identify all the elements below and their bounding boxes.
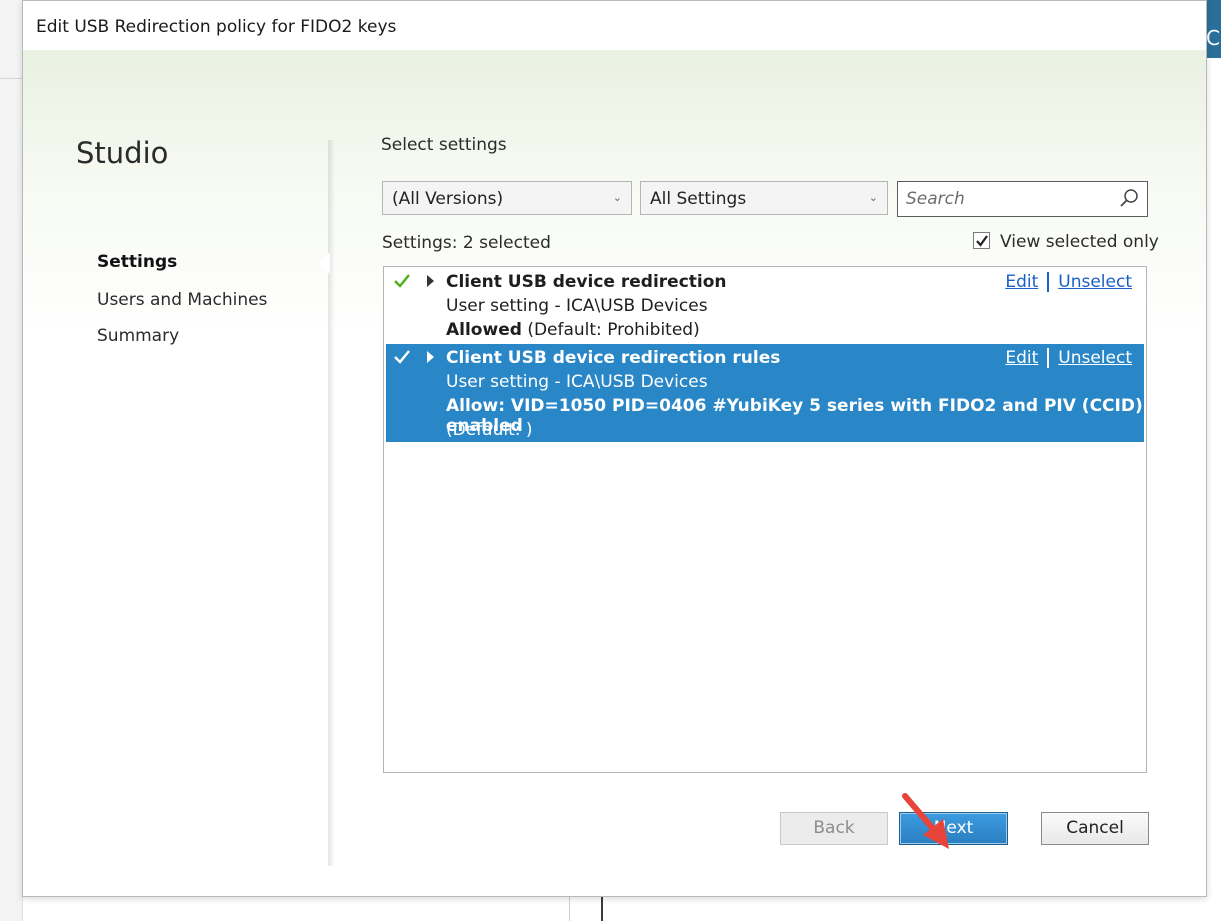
section-label: Select settings bbox=[381, 135, 507, 155]
setting-name: Client USB device redirection bbox=[446, 272, 727, 292]
background-divider bbox=[601, 897, 603, 921]
settings-count-label: Settings: bbox=[382, 233, 458, 253]
edit-link[interactable]: Edit bbox=[1005, 272, 1038, 292]
setting-value-text: Allowed bbox=[446, 320, 522, 340]
settings-count-value: 2 selected bbox=[462, 233, 551, 253]
settings-count: Settings: 2 selected bbox=[382, 233, 551, 253]
category-filter-value: All Settings bbox=[650, 189, 747, 209]
sidebar-item-settings[interactable]: Settings bbox=[97, 252, 177, 272]
expand-arrow-icon[interactable] bbox=[427, 275, 434, 287]
back-button[interactable]: Back bbox=[780, 812, 888, 845]
wizard-sidebar: Studio Settings Users and Machines Summa… bbox=[23, 50, 328, 896]
cancel-button[interactable]: Cancel bbox=[1041, 812, 1149, 845]
background-partial-text: C bbox=[1206, 26, 1220, 50]
view-selected-label: View selected only bbox=[1000, 232, 1159, 252]
background-header-corner: C bbox=[1205, 0, 1221, 58]
setting-value: Allow: VID=1050 PID=0406 #YubiKey 5 seri… bbox=[446, 396, 1144, 436]
annotation-arrow-icon bbox=[902, 793, 949, 849]
setting-path: User setting - ICA\USB Devices bbox=[446, 296, 708, 316]
window-title: Edit USB Redirection policy for FIDO2 ke… bbox=[36, 17, 397, 37]
setting-actions: Edit Unselect bbox=[1005, 348, 1132, 368]
dialog-body: Studio Settings Users and Machines Summa… bbox=[23, 50, 1206, 896]
setting-path: User setting - ICA\USB Devices bbox=[446, 372, 708, 392]
expand-arrow-icon[interactable] bbox=[427, 351, 434, 363]
unselect-link[interactable]: Unselect bbox=[1058, 348, 1132, 368]
chevron-down-icon: ⌄ bbox=[612, 191, 622, 204]
version-filter-dropdown[interactable]: (All Versions) ⌄ bbox=[382, 181, 632, 215]
check-icon bbox=[394, 274, 410, 288]
studio-brand: Studio bbox=[76, 136, 169, 170]
category-filter-dropdown[interactable]: All Settings ⌄ bbox=[640, 181, 888, 215]
view-selected-checkbox[interactable] bbox=[973, 232, 990, 249]
unselect-link[interactable]: Unselect bbox=[1058, 272, 1132, 292]
settings-list: Client USB device redirection User setti… bbox=[383, 266, 1147, 773]
check-icon bbox=[394, 350, 410, 364]
setting-name: Client USB device redirection rules bbox=[446, 348, 781, 368]
separator bbox=[1047, 348, 1050, 368]
pane-divider bbox=[328, 140, 335, 866]
sidebar-item-summary[interactable]: Summary bbox=[97, 326, 179, 346]
sidebar-item-users-and-machines[interactable]: Users and Machines bbox=[97, 290, 267, 310]
setting-value-text: Allow: VID=1050 PID=0406 #YubiKey 5 seri… bbox=[446, 396, 1143, 436]
checkmark-icon bbox=[976, 235, 988, 247]
separator bbox=[1047, 272, 1050, 292]
background-window-edge bbox=[0, 0, 23, 921]
setting-value: Allowed (Default: Prohibited) bbox=[446, 320, 700, 340]
version-filter-value: (All Versions) bbox=[392, 189, 504, 209]
setting-actions: Edit Unselect bbox=[1005, 272, 1132, 292]
setting-default: (Default: Prohibited) bbox=[527, 320, 700, 340]
setting-default: (Default: ) bbox=[446, 420, 533, 440]
search-input[interactable] bbox=[906, 188, 1106, 210]
background-divider bbox=[0, 78, 22, 79]
active-step-pointer bbox=[319, 252, 330, 274]
edit-link[interactable]: Edit bbox=[1005, 348, 1038, 368]
search-box bbox=[897, 181, 1148, 217]
setting-row[interactable]: Client USB device redirection User setti… bbox=[386, 268, 1144, 342]
title-bar: Edit USB Redirection policy for FIDO2 ke… bbox=[23, 1, 1206, 50]
edit-policy-dialog: Edit USB Redirection policy for FIDO2 ke… bbox=[22, 0, 1207, 897]
chevron-down-icon: ⌄ bbox=[868, 191, 878, 204]
search-icon[interactable] bbox=[1119, 188, 1139, 208]
background-divider bbox=[569, 897, 570, 921]
setting-row-selected[interactable]: Client USB device redirection rules User… bbox=[386, 344, 1144, 442]
